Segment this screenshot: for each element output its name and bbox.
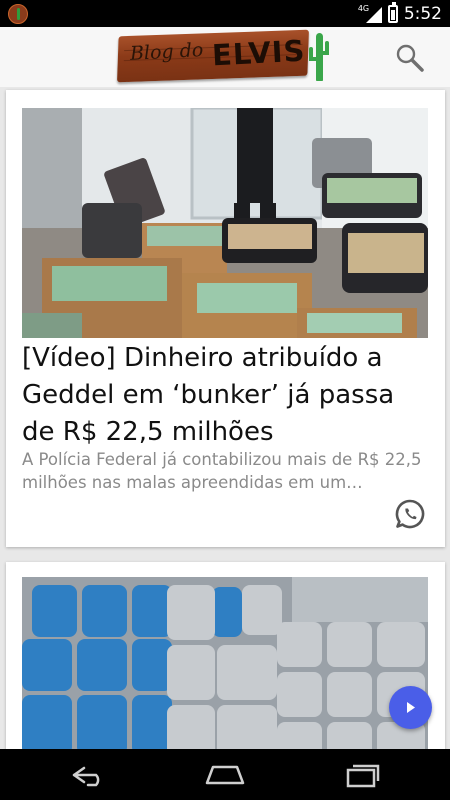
play-arrow-icon [407, 702, 415, 713]
app-bar: Blog do ELVIS [0, 27, 450, 87]
status-icons: 4G 5:52 [358, 2, 442, 25]
search-button[interactable] [394, 42, 426, 74]
status-bar: 4G 5:52 [0, 0, 450, 27]
play-button[interactable] [389, 686, 432, 729]
back-button[interactable] [66, 761, 110, 789]
post-card[interactable] [6, 562, 445, 749]
post-thumbnail[interactable] [22, 108, 428, 338]
logo-script-text: Blog do [129, 39, 204, 65]
recents-icon [346, 764, 380, 788]
signal-icon: 4G [358, 4, 382, 23]
share-whatsapp-button[interactable] [394, 498, 426, 530]
battery-icon [387, 2, 398, 23]
notification-app-icon [8, 4, 28, 24]
home-icon [205, 765, 245, 785]
recents-button[interactable] [340, 761, 384, 789]
post-thumbnail[interactable] [22, 577, 428, 749]
logo-bold-text: ELVIS [211, 33, 307, 73]
clock: 5:52 [403, 4, 442, 24]
whatsapp-icon [395, 499, 425, 529]
post-title[interactable]: [Vídeo] Dinheiro atribuído a Geddel em ‘… [22, 340, 432, 451]
post-excerpt: A Polícia Federal já contabilizou mais d… [22, 450, 422, 492]
post-card[interactable]: [Vídeo] Dinheiro atribuído a Geddel em ‘… [6, 90, 445, 547]
back-icon [72, 766, 100, 787]
post-feed[interactable]: [Vídeo] Dinheiro atribuído a Geddel em ‘… [0, 87, 450, 749]
navigation-bar [0, 749, 450, 800]
cactus-icon [309, 33, 329, 83]
home-button[interactable] [203, 761, 247, 789]
blog-logo[interactable]: Blog do ELVIS [117, 29, 329, 83]
search-icon [396, 44, 424, 72]
